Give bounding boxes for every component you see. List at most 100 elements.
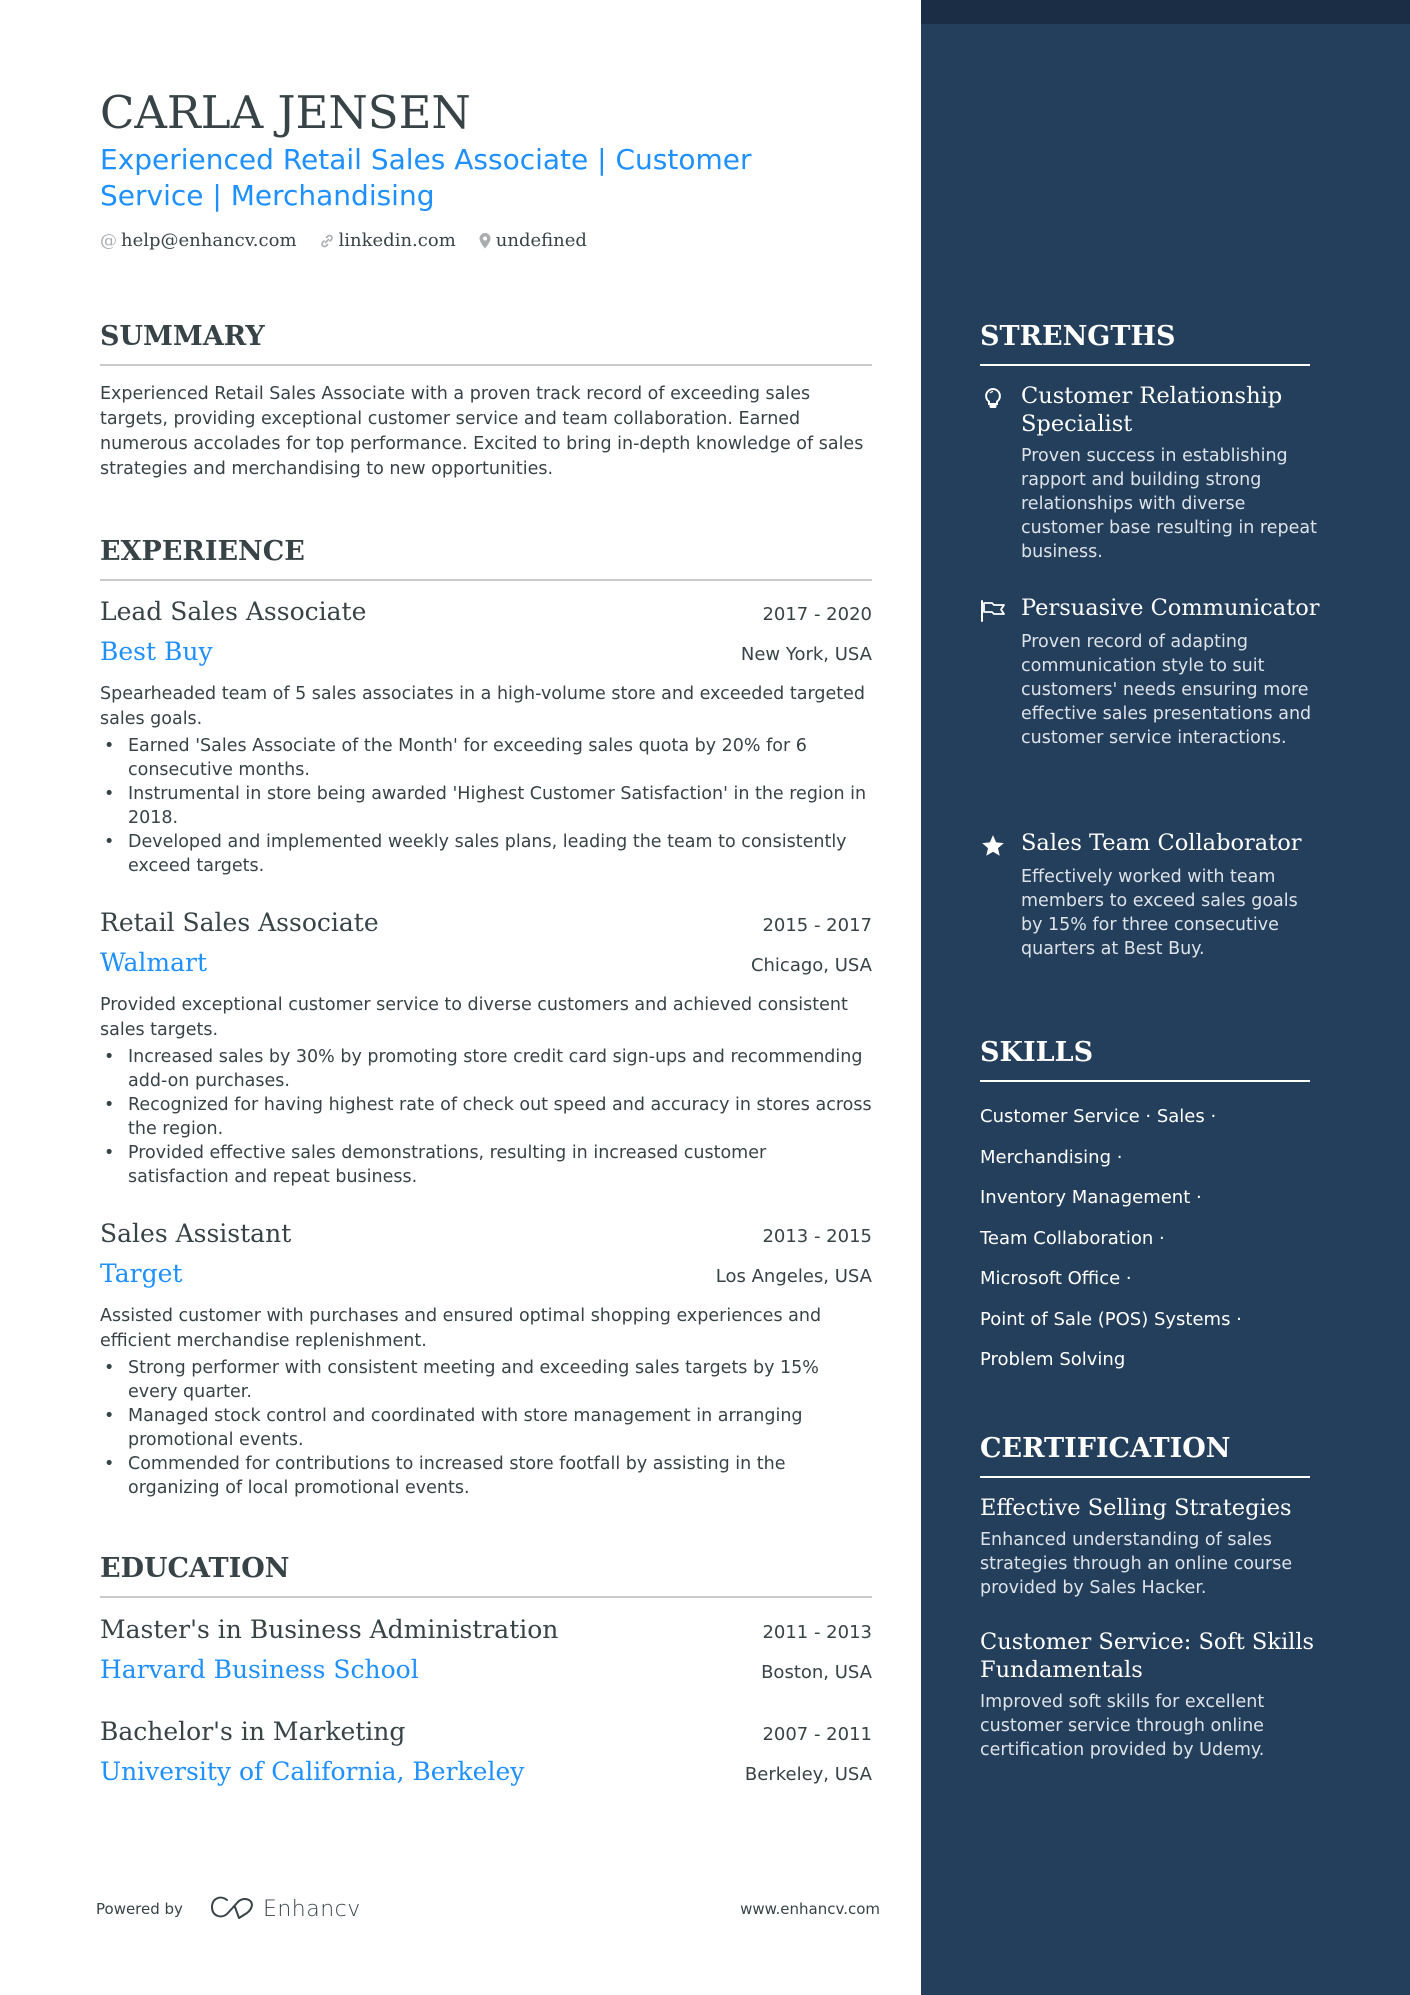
contact-email-text: help@enhancv.com (121, 230, 297, 251)
skill-item: Merchandising · (980, 1146, 1123, 1168)
skill-item: Customer Service · Sales · (980, 1106, 1217, 1127)
strength-description: Proven record of adapting communication … (1021, 632, 1312, 748)
degree-title: Master's in Business Administration (100, 1615, 559, 1644)
achievement-item: • Strong performer with consistent meetin… (104, 1358, 819, 1402)
job-dates: 2017 - 2020 (762, 604, 872, 625)
bullet-icon: • (104, 736, 115, 756)
main-column: CARLA JENSEN Experienced Retail Sales As… (0, 0, 921, 1995)
school-name: University of California, Berkeley (100, 1757, 525, 1786)
strength-title: Sales Team Collaborator (1021, 830, 1302, 856)
strength-title: Customer Relationship Specialist (1021, 383, 1283, 437)
strength-description: Proven success in establishing rapport a… (1021, 446, 1317, 562)
company-name: Target (100, 1259, 183, 1288)
bullet-icon: • (104, 784, 115, 804)
achievement-item: • Instrumental in store being awarded 'Hi… (104, 784, 867, 828)
link-icon (319, 233, 335, 249)
contact-linkedin[interactable]: linkedin.com (319, 230, 456, 251)
skills-section-title: SKILLS (980, 1036, 1310, 1082)
achievement-item: • Increased sales by 30% by promoting sto… (104, 1047, 863, 1091)
achievement-item: • Provided effective sales demonstrations… (104, 1143, 767, 1187)
experience-entry: Sales Assistant 2013 - 2015 Target Los A… (100, 1216, 872, 1500)
certification-title: Customer Service: Soft Skills Fundamenta… (980, 1629, 1315, 1683)
job-description: Provided exceptional customer service to… (100, 995, 848, 1040)
achievement-item: • Recognized for having highest rate of c… (104, 1095, 872, 1139)
education-entry: Master's in Business Administration 2011… (100, 1612, 872, 1688)
website-link[interactable]: www.enhancv.com (740, 1900, 880, 1918)
bullet-icon: • (104, 1406, 115, 1426)
summary-section-title: SUMMARY (100, 320, 872, 366)
education-dates: 2007 - 2011 (762, 1724, 872, 1745)
skill-item: Point of Sale (POS) Systems · (980, 1308, 1242, 1330)
education-dates: 2011 - 2013 (762, 1622, 872, 1643)
strength-description: Effectively worked with team members to … (1021, 867, 1298, 959)
powered-by-label: Powered by (96, 1900, 183, 1918)
job-title: Lead Sales Associate (100, 597, 367, 626)
strength-item: Persuasive Communicator Proven record of… (980, 594, 1320, 750)
job-title: Retail Sales Associate (100, 908, 379, 937)
strength-title: Persuasive Communicator (1021, 595, 1320, 621)
sidebar-top-bar (921, 0, 1410, 24)
company-name: Walmart (100, 948, 208, 977)
bullet-icon: • (104, 832, 115, 852)
degree-title: Bachelor's in Marketing (100, 1717, 406, 1746)
certification-item: Effective Selling Strategies Enhanced un… (980, 1494, 1320, 1600)
enhancv-logo-icon (209, 1895, 257, 1923)
job-location: New York, USA (740, 644, 872, 665)
school-name: Harvard Business School (100, 1655, 419, 1684)
education-location: Boston, USA (761, 1662, 872, 1683)
achievement-item: • Commended for contributions to increase… (104, 1454, 786, 1498)
achievement-item: • Developed and implemented weekly sales … (104, 832, 847, 876)
candidate-headline: Experienced Retail Sales Associate | Cus… (100, 143, 752, 212)
job-location: Chicago, USA (750, 955, 872, 976)
job-achievements: • Strong performer with consistent meetin… (100, 1356, 872, 1500)
enhancv-logo-text: Enhancv (262, 1896, 361, 1922)
job-dates: 2015 - 2017 (762, 915, 872, 936)
experience-entry: Retail Sales Associate 2015 - 2017 Walma… (100, 905, 872, 1189)
enhancv-logo[interactable]: Enhancv (209, 1895, 361, 1923)
skills-list: Customer Service · Sales · Merchandising… (980, 1097, 1310, 1381)
bullet-icon: • (104, 1143, 115, 1163)
skill-item: Inventory Management · (980, 1187, 1202, 1208)
job-description: Spearheaded team of 5 sales associates i… (100, 684, 865, 729)
location-pin-icon (478, 232, 492, 250)
job-achievements: • Earned 'Sales Associate of the Month' f… (100, 734, 872, 878)
experience-section-title: EXPERIENCE (100, 535, 872, 581)
certification-description: Improved soft skills for excellent custo… (980, 1692, 1265, 1760)
job-description: Assisted customer with purchases and ens… (100, 1306, 822, 1351)
contact-location-text: undefined (495, 230, 587, 251)
company-name: Best Buy (100, 637, 213, 666)
bullet-icon: • (104, 1095, 115, 1115)
strength-item: Sales Team Collaborator Effectively work… (980, 829, 1320, 961)
job-dates: 2013 - 2015 (762, 1226, 872, 1247)
certification-item: Customer Service: Soft Skills Fundamenta… (980, 1628, 1320, 1762)
education-section-title: EDUCATION (100, 1552, 872, 1598)
job-title: Sales Assistant (100, 1219, 292, 1248)
job-location: Los Angeles, USA (715, 1266, 872, 1287)
star-icon (980, 833, 1006, 859)
bullet-icon: • (104, 1358, 115, 1378)
education-location: Berkeley, USA (744, 1764, 872, 1785)
summary-text: Experienced Retail Sales Associate with … (100, 384, 864, 479)
certification-section-title: CERTIFICATION (980, 1432, 1310, 1478)
contact-location: undefined (478, 230, 587, 251)
experience-entry: Lead Sales Associate 2017 - 2020 Best Bu… (100, 594, 872, 878)
certification-title: Effective Selling Strategies (980, 1495, 1292, 1521)
achievement-item: • Earned 'Sales Associate of the Month' f… (104, 736, 807, 780)
footer: Powered by Enhancv www.enhancv.com (96, 1895, 880, 1923)
skill-item: Problem Solving (980, 1349, 1126, 1370)
sidebar: STRENGTHS Customer Relationship Speciali… (921, 0, 1410, 1995)
flag-icon (980, 598, 1006, 624)
skill-item: Microsoft Office · (980, 1268, 1132, 1289)
at-icon: @ (100, 230, 117, 251)
contact-linkedin-text: linkedin.com (338, 230, 456, 251)
strengths-section-title: STRENGTHS (980, 320, 1310, 366)
bullet-icon: • (104, 1047, 115, 1067)
contact-list: @ help@enhancv.com linkedin.com undefine… (100, 230, 609, 251)
candidate-name: CARLA JENSEN (100, 86, 471, 139)
certification-description: Enhanced understanding of sales strategi… (980, 1530, 1293, 1598)
strength-item: Customer Relationship Specialist Proven … (980, 382, 1320, 564)
bullet-icon: • (104, 1454, 115, 1474)
contact-email[interactable]: @ help@enhancv.com (100, 230, 297, 251)
achievement-item: • Managed stock control and coordinated w… (104, 1406, 803, 1450)
job-achievements: • Increased sales by 30% by promoting sto… (100, 1045, 872, 1189)
